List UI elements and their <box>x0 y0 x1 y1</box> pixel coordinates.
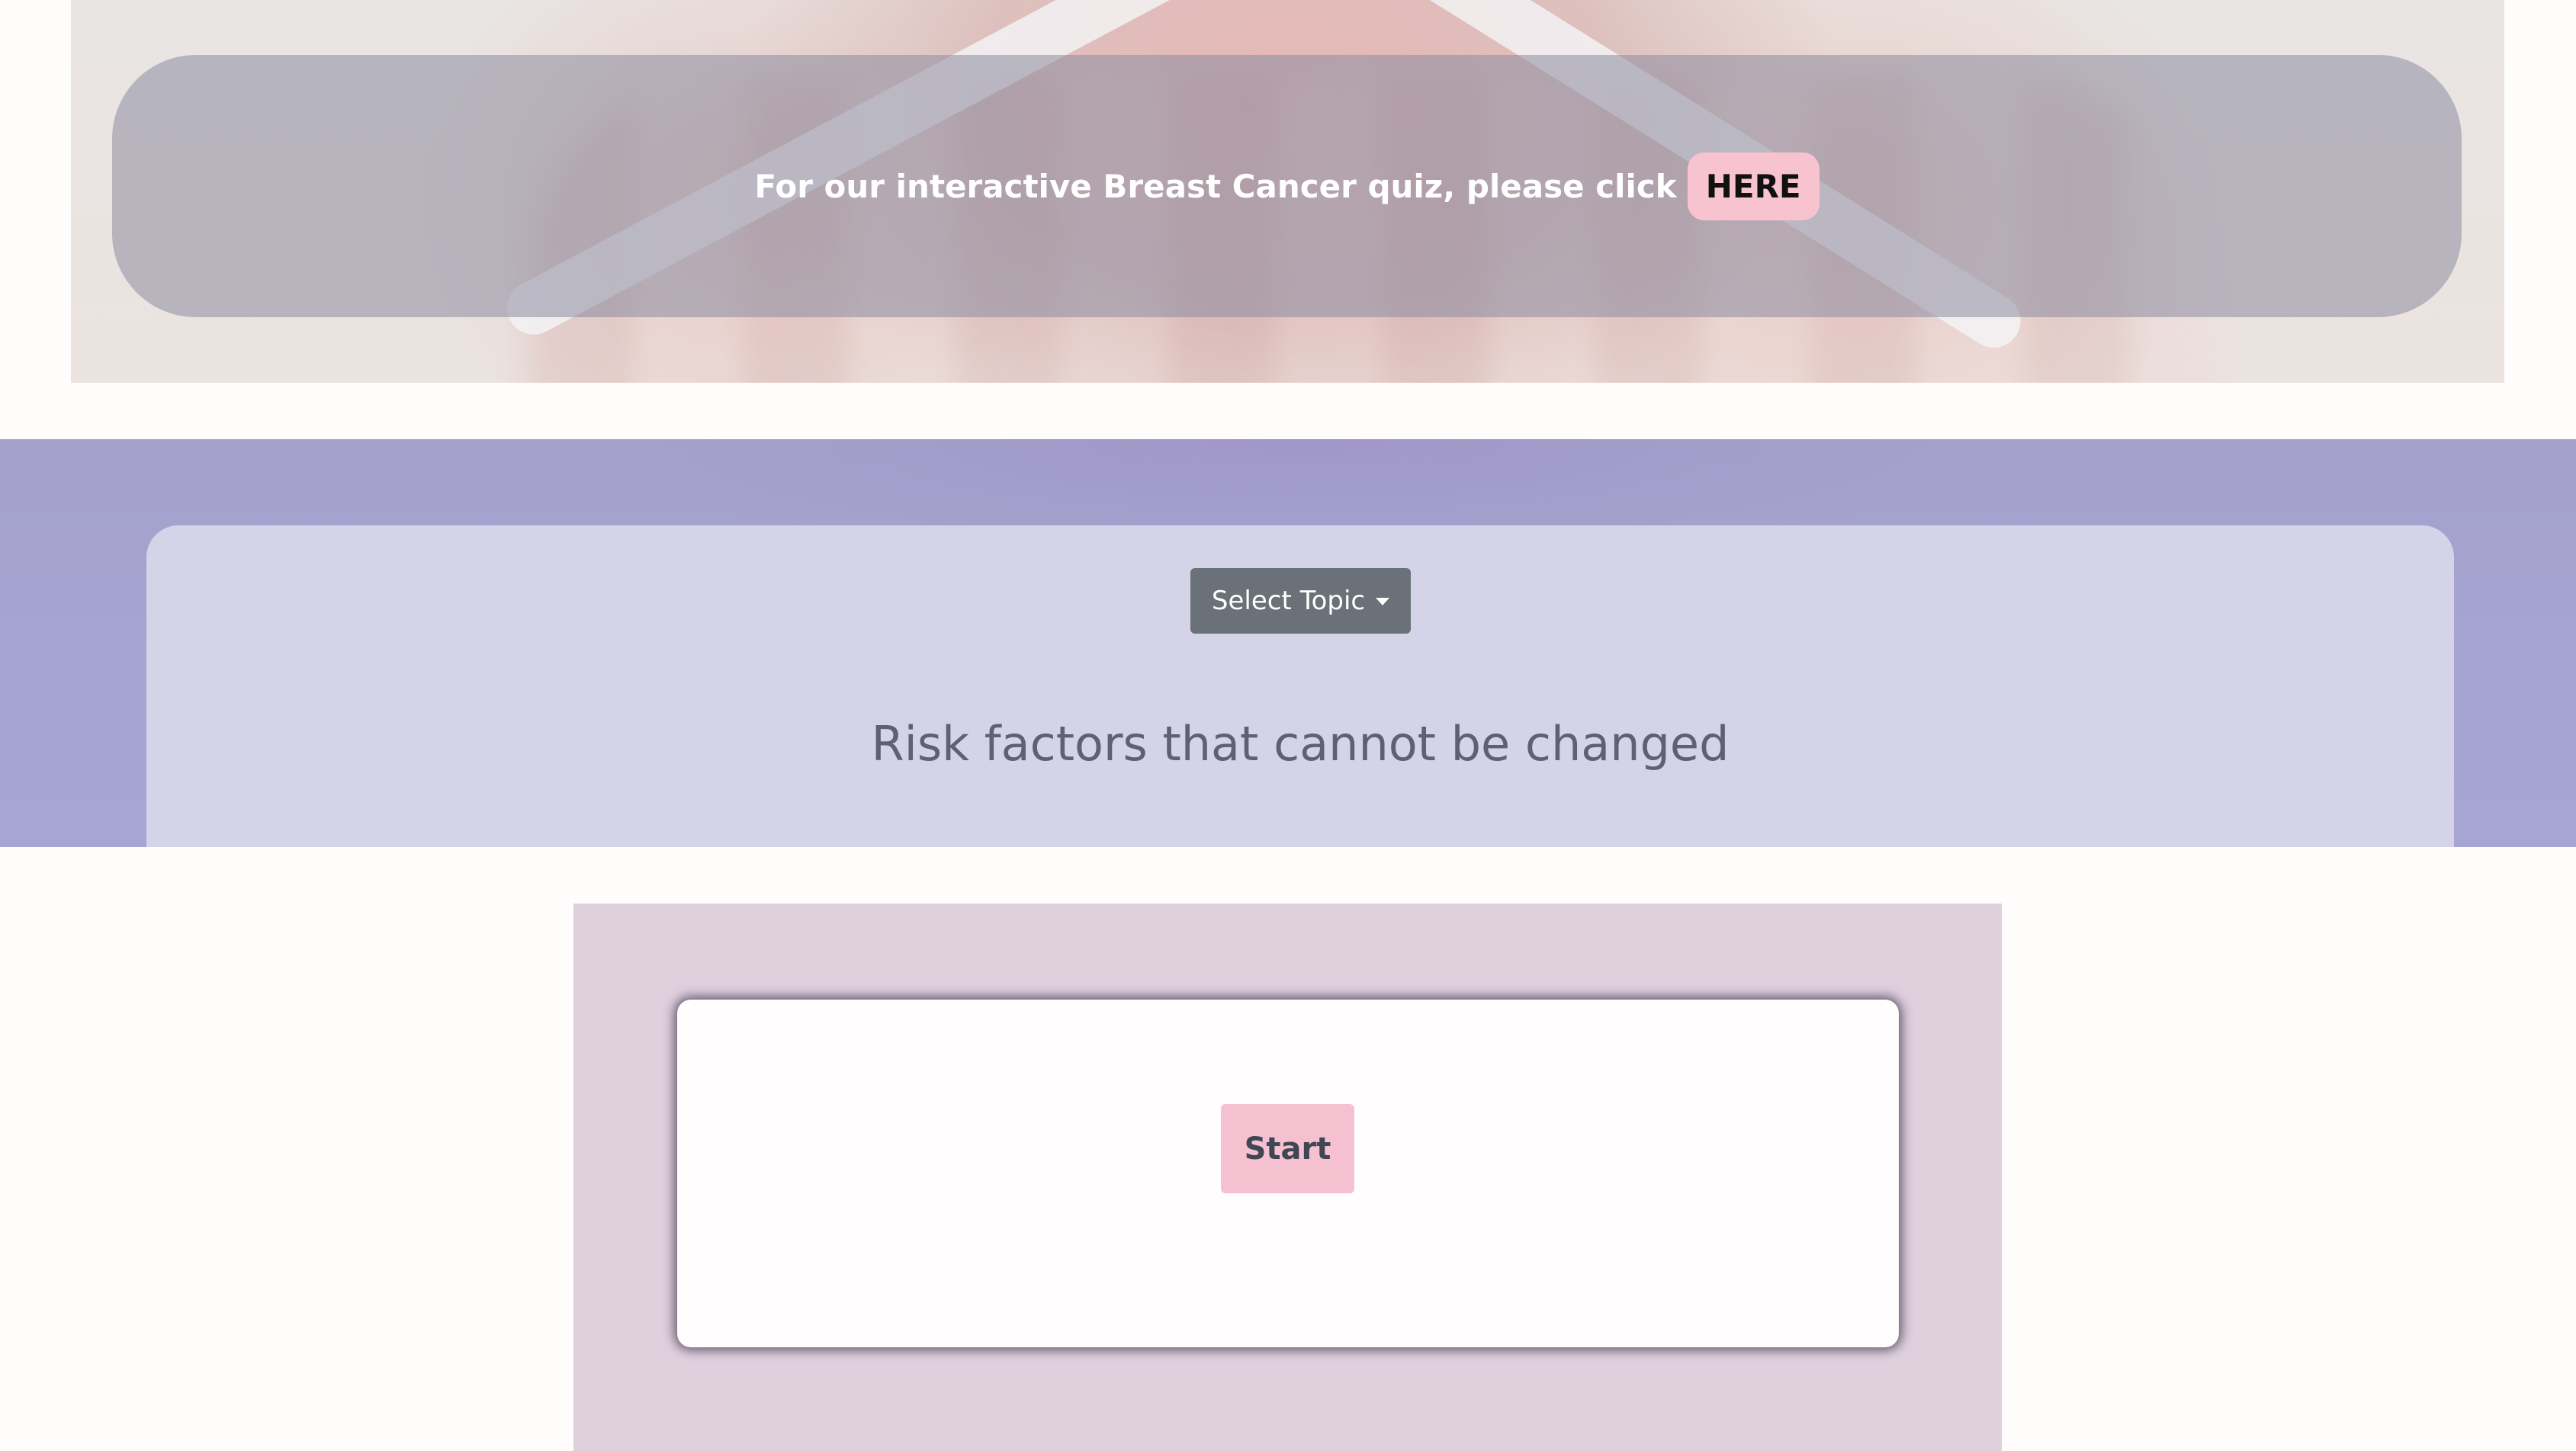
select-topic-label: Select Topic <box>1211 586 1366 616</box>
quiz-here-link[interactable]: HERE <box>1687 152 1820 220</box>
topic-title: Risk factors that cannot be changed <box>871 716 1730 772</box>
hero-section: For our interactive Breast Cancer quiz, … <box>71 0 2504 383</box>
caret-down-icon <box>1376 598 1390 605</box>
quiz-card: Start <box>677 1000 1899 1347</box>
quiz-banner: For our interactive Breast Cancer quiz, … <box>112 55 2462 317</box>
start-button[interactable]: Start <box>1221 1104 1354 1193</box>
select-topic-dropdown[interactable]: Select Topic <box>1190 568 1411 634</box>
topic-card: Select Topic Risk factors that cannot be… <box>146 525 2454 847</box>
topic-section: Select Topic Risk factors that cannot be… <box>0 439 2576 847</box>
banner-text: For our interactive Breast Cancer quiz, … <box>754 167 1677 205</box>
quiz-area: Start <box>573 904 2002 1451</box>
